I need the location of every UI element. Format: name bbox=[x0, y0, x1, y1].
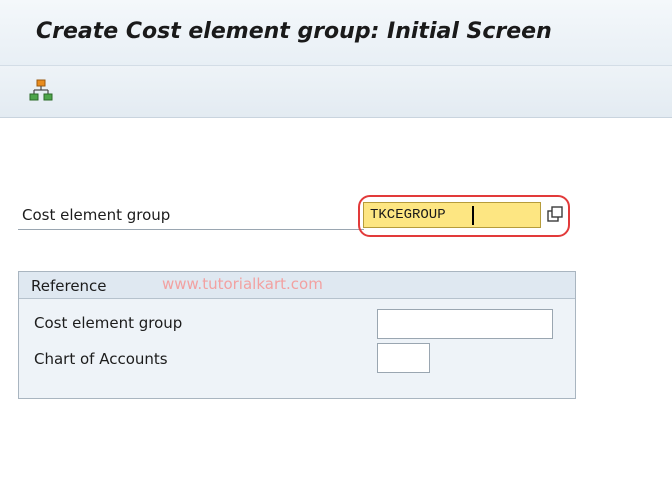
cost-element-group-input[interactable]: TKCEGROUP bbox=[363, 202, 541, 228]
label-underline bbox=[18, 229, 364, 230]
chart-of-accounts-label: Chart of Accounts bbox=[34, 350, 168, 368]
reference-cost-element-group-label: Cost element group bbox=[34, 314, 183, 332]
application-toolbar bbox=[0, 66, 672, 118]
reference-title: Reference bbox=[31, 277, 107, 295]
cost-element-group-label: Cost element group bbox=[22, 206, 171, 224]
text-cursor bbox=[472, 206, 474, 225]
watermark: www.tutorialkart.com bbox=[162, 275, 323, 293]
page-title: Create Cost element group: Initial Scree… bbox=[36, 19, 552, 44]
reference-cost-element-group-input[interactable] bbox=[377, 309, 553, 339]
chart-of-accounts-input[interactable] bbox=[377, 343, 430, 373]
title-bar: Create Cost element group: Initial Scree… bbox=[0, 0, 672, 66]
value-help-icon bbox=[547, 206, 563, 222]
value-help-button[interactable] bbox=[544, 204, 566, 226]
hierarchy-button[interactable] bbox=[28, 78, 54, 104]
hierarchy-icon bbox=[29, 79, 53, 101]
